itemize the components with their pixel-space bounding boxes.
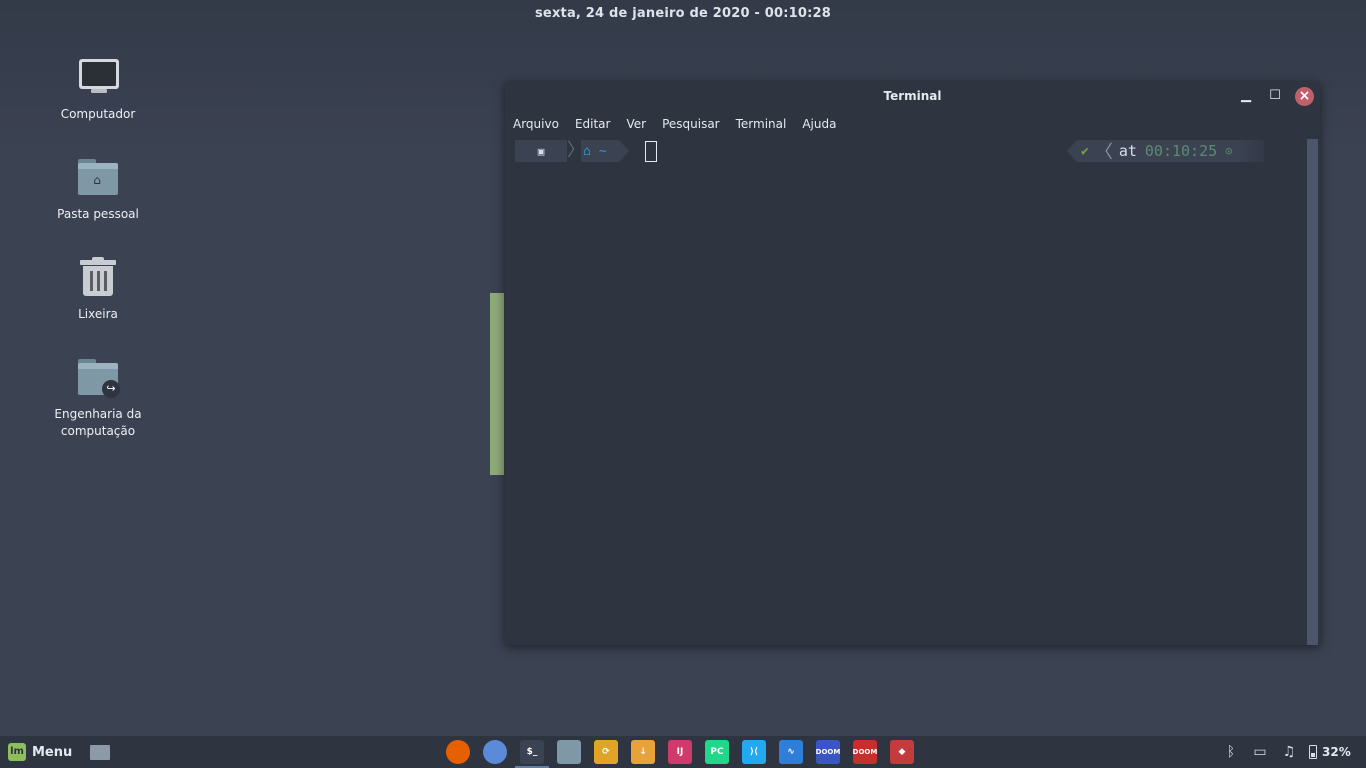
desktop-icon-trash[interactable]: Lixeira: [48, 256, 148, 323]
battery-icon[interactable]: [1309, 745, 1317, 759]
monitor-launcher-icon[interactable]: ∿: [779, 740, 803, 764]
desktop-icon-label: Lixeira: [78, 307, 118, 321]
doom-blue-launcher-icon[interactable]: DOOM: [816, 740, 840, 764]
panel-launchers: $_ ⟳ ↓ IJ PC ⟩⟨ ∿ DOOM DOOM ◆: [446, 740, 927, 768]
top-panel-clock[interactable]: sexta, 24 de janeiro de 2020 - 00:10:28: [0, 0, 1366, 28]
menu-editar[interactable]: Editar: [575, 112, 611, 134]
folder-link-icon: ↪: [76, 356, 120, 400]
launcher-glyph: ↓: [639, 747, 647, 757]
trash-icon: [76, 256, 120, 300]
prompt-status-segment: ✔ 〈 at 00:10:25 ⊙: [1077, 140, 1239, 163]
home-icon: ⌂: [583, 143, 591, 159]
desktop-icon-label: Computador: [60, 107, 136, 121]
close-icon: ×: [1298, 88, 1311, 104]
start-menu-button[interactable]: lm Menu: [8, 742, 72, 762]
system-tray: ᛒ ▭ ♫ 32%: [1222, 742, 1351, 762]
pycharm-launcher-icon[interactable]: PC: [705, 740, 729, 764]
ruby-launcher-icon[interactable]: ◆: [890, 740, 914, 764]
desktop-icon-label: Engenharia da computação: [54, 407, 142, 438]
prompt-time: 00:10:25: [1144, 142, 1218, 160]
terminal-menubar: Arquivo Editar Ver Pesquisar Terminal Aj…: [505, 112, 852, 134]
bottom-panel: lm Menu $_ ⟳ ↓ IJ PC ⟩⟨ ∿ DOOM DOOM ◆ ᛒ ▭ ♫ 32%: [0, 736, 1366, 768]
mint-logo-icon: lm: [8, 743, 26, 761]
menu-ver[interactable]: Ver: [626, 112, 646, 134]
launcher-glyph: ◆: [898, 747, 906, 757]
files-launcher-icon[interactable]: [557, 740, 581, 764]
house-icon: ⌂: [93, 173, 101, 187]
display-icon[interactable]: ▭: [1251, 743, 1269, 761]
launcher-glyph: $_: [526, 747, 538, 757]
launcher-glyph: ⟳: [602, 747, 610, 757]
launcher-glyph: PC: [710, 747, 724, 757]
menu-pesquisar[interactable]: Pesquisar: [662, 112, 720, 134]
prompt-at: at: [1118, 142, 1137, 160]
bluetooth-icon[interactable]: ᛒ: [1222, 743, 1240, 761]
minimize-button[interactable]: ▁: [1237, 87, 1255, 105]
computer-icon: [76, 56, 120, 100]
prompt-os-segment: ▣: [515, 140, 567, 162]
check-icon: ✔: [1081, 143, 1089, 159]
firefox-launcher-icon[interactable]: [446, 740, 470, 764]
sound-icon[interactable]: ♫: [1280, 743, 1298, 761]
prompt-dir-segment: ⌂ ~: [581, 140, 619, 162]
clock-icon: ⊙: [1225, 144, 1233, 158]
show-desktop-icon[interactable]: [90, 745, 110, 760]
close-button[interactable]: ×: [1295, 87, 1314, 106]
desktop-icon-engenharia[interactable]: ↪ Engenharia da computação: [48, 356, 148, 440]
battery-percent[interactable]: 32%: [1322, 745, 1351, 759]
intellij-launcher-icon[interactable]: IJ: [668, 740, 692, 764]
menu-label: Menu: [32, 744, 73, 760]
menu-arquivo[interactable]: Arquivo: [513, 112, 559, 134]
chevron-right-icon: 〉: [567, 140, 585, 161]
menu-ajuda[interactable]: Ajuda: [802, 112, 836, 134]
home-folder-icon: ⌂: [76, 156, 120, 200]
launcher-glyph: ∿: [787, 747, 795, 757]
terminal-launcher-icon[interactable]: $_: [515, 740, 549, 768]
terminal-cursor: [645, 141, 657, 162]
desktop-icon-home[interactable]: ⌂ Pasta pessoal: [48, 156, 148, 223]
desktop-icon-label: Pasta pessoal: [57, 207, 139, 221]
terminal-window[interactable]: Terminal ▁ ☐ × Arquivo Editar Ver Pesqui…: [505, 82, 1320, 645]
menu-terminal[interactable]: Terminal: [736, 112, 787, 134]
terminal-scrollbar[interactable]: [1307, 139, 1318, 645]
chromium-launcher-icon[interactable]: [483, 740, 507, 764]
minimize-icon: ▁: [1241, 88, 1251, 103]
os-logo-icon: ▣: [537, 144, 545, 158]
download-launcher-icon[interactable]: ↓: [631, 740, 655, 764]
launcher-glyph: ⟩⟨: [749, 747, 759, 757]
maximize-icon: ☐: [1269, 88, 1281, 103]
chevron-left-icon: 〈: [1094, 142, 1113, 163]
vscode-launcher-icon[interactable]: ⟩⟨: [742, 740, 766, 764]
window-titlebar[interactable]: Terminal ▁ ☐ ×: [505, 82, 1320, 110]
prompt-right: ✔ 〈 at 00:10:25 ⊙: [1067, 140, 1265, 163]
window-title: Terminal: [883, 89, 942, 103]
sync-launcher-icon[interactable]: ⟳: [594, 740, 618, 764]
doom-red-launcher-icon[interactable]: DOOM: [853, 740, 877, 764]
launcher-glyph: DOOM: [852, 748, 878, 756]
symlink-arrow-icon: ↪: [102, 380, 120, 398]
launcher-glyph: IJ: [676, 747, 684, 757]
desktop-icon-computer[interactable]: Computador: [48, 56, 148, 123]
window-accent-strip: [490, 293, 504, 475]
maximize-button[interactable]: ☐: [1266, 87, 1284, 105]
prompt-dir: ~: [598, 143, 607, 159]
prompt-left: ▣ 〉 ⌂ ~: [515, 140, 629, 162]
launcher-glyph: DOOM: [815, 748, 841, 756]
terminal-content[interactable]: ▣ 〉 ⌂ ~ ✔ 〈 at 00:10:25 ⊙: [505, 136, 1306, 645]
